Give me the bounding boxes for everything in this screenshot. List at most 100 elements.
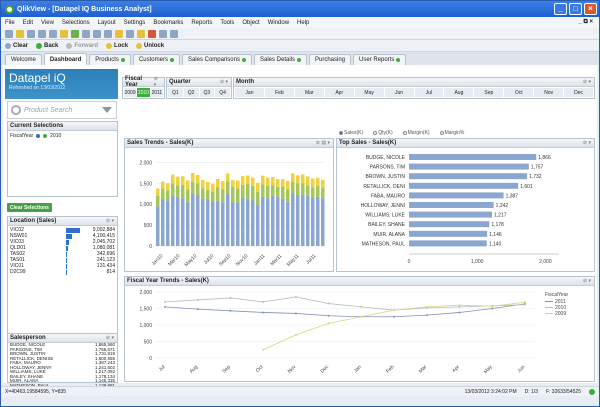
month-menu-icon[interactable]: ⊘ ▾ bbox=[583, 79, 591, 85]
lock-selection-icon[interactable] bbox=[36, 134, 41, 138]
report-icon[interactable] bbox=[148, 29, 156, 38]
menu-object[interactable]: Object bbox=[242, 20, 259, 26]
measure-radio[interactable]: Sales(K) bbox=[339, 130, 363, 136]
top-sales-bar[interactable] bbox=[409, 211, 492, 218]
save-icon[interactable] bbox=[27, 29, 35, 38]
fiscal-year-cell[interactable]: 2009 bbox=[124, 88, 137, 97]
menu-reports[interactable]: Reports bbox=[191, 20, 212, 26]
menu-edit[interactable]: Edit bbox=[23, 20, 33, 26]
fiscal-year-menu-icon[interactable]: ⊘ ▾ bbox=[154, 76, 161, 88]
top-sales-bar[interactable] bbox=[409, 192, 504, 199]
fy-trends-menu-icon[interactable]: ⊘ ▾ bbox=[583, 278, 591, 284]
tab-products[interactable]: Products bbox=[89, 54, 131, 65]
x-tick-label: Dec bbox=[320, 364, 331, 375]
print-pdf-icon[interactable] bbox=[49, 29, 57, 38]
help-icon[interactable] bbox=[170, 29, 178, 38]
menu-tools[interactable]: Tools bbox=[220, 20, 234, 26]
bookmark-icon[interactable] bbox=[137, 29, 145, 38]
minimize-button[interactable]: _ bbox=[554, 3, 567, 15]
top-sales-bar[interactable] bbox=[409, 173, 528, 180]
edit-script-icon[interactable] bbox=[60, 29, 68, 38]
stacked-bar-segment bbox=[171, 183, 175, 196]
tab-customers[interactable]: Customers bbox=[132, 54, 180, 65]
chart-icon[interactable] bbox=[115, 29, 123, 38]
menu-selections[interactable]: Selections bbox=[62, 20, 90, 26]
tab-label: Purchasing bbox=[315, 57, 346, 63]
forward-button[interactable]: Forward bbox=[66, 42, 98, 49]
month-cell[interactable]: Dec bbox=[564, 88, 594, 97]
new-icon[interactable] bbox=[5, 29, 13, 38]
fiscal-year-cell[interactable]: 2010 bbox=[137, 88, 150, 97]
document-window-controls[interactable]: _ ⧉ × bbox=[579, 19, 593, 26]
fiscal-year-cell[interactable]: 2011 bbox=[150, 88, 163, 97]
month-cell[interactable]: Mar bbox=[294, 88, 324, 97]
clear-icon bbox=[5, 42, 11, 49]
undo-icon[interactable] bbox=[82, 29, 90, 38]
unlock-button[interactable]: Unlock bbox=[136, 42, 164, 49]
quarter-menu-icon[interactable]: ⊘ ▾ bbox=[220, 79, 228, 85]
table-icon[interactable] bbox=[126, 29, 134, 38]
top-sales-bar[interactable] bbox=[409, 182, 519, 189]
product-search-box[interactable]: Product Search bbox=[7, 101, 117, 119]
month-cell[interactable]: Apr bbox=[324, 88, 354, 97]
quarter-cell[interactable]: Q2 bbox=[183, 88, 199, 97]
lock-icon bbox=[106, 42, 113, 49]
stacked-bar-segment bbox=[221, 181, 225, 190]
top-sales-bar[interactable] bbox=[409, 230, 488, 237]
properties-icon[interactable] bbox=[159, 29, 167, 38]
clear-button[interactable]: Clear bbox=[5, 42, 28, 49]
month-cell[interactable]: May bbox=[354, 88, 384, 97]
measure-radio[interactable]: Margin(K) bbox=[402, 130, 430, 136]
menu-layout[interactable]: Layout bbox=[98, 20, 116, 26]
tab-sales-details[interactable]: Sales Details bbox=[253, 54, 307, 65]
tab-welcome[interactable]: Welcome bbox=[5, 54, 42, 65]
quarter-cell[interactable]: Q4 bbox=[215, 88, 230, 97]
month-cell[interactable]: Aug bbox=[444, 88, 474, 97]
reload-icon[interactable] bbox=[71, 29, 79, 38]
clear-selections-button[interactable]: Clear Selections bbox=[7, 203, 52, 212]
top-sales-bar[interactable] bbox=[409, 154, 537, 160]
lock-button[interactable]: Lock bbox=[106, 42, 128, 49]
stacked-bar-segment bbox=[231, 180, 235, 187]
menu-window[interactable]: Window bbox=[268, 20, 289, 26]
tab-sales-comparisons[interactable]: Sales Comparisons bbox=[181, 54, 252, 65]
redo-icon[interactable] bbox=[93, 29, 101, 38]
quarter-cell[interactable]: Q3 bbox=[199, 88, 215, 97]
menu-settings[interactable]: Settings bbox=[124, 20, 146, 26]
menu-view[interactable]: View bbox=[41, 20, 54, 26]
chevron-down-icon[interactable] bbox=[102, 107, 112, 113]
open-icon[interactable] bbox=[16, 29, 24, 38]
quarter-cell[interactable]: Q1 bbox=[168, 88, 183, 97]
data-point bbox=[524, 301, 526, 304]
month-cell[interactable]: Sep bbox=[474, 88, 504, 97]
measure-radio[interactable]: Margin% bbox=[439, 130, 464, 136]
menu-bookmarks[interactable]: Bookmarks bbox=[153, 20, 183, 26]
search-icon[interactable] bbox=[104, 29, 112, 38]
x-tick-label: Mar11 bbox=[269, 253, 283, 267]
tab-dashboard[interactable]: Dashboard bbox=[43, 53, 88, 65]
top-sales-bar[interactable] bbox=[409, 163, 529, 170]
top-sales-bar[interactable] bbox=[409, 202, 494, 208]
top-sales-bar[interactable] bbox=[409, 221, 490, 228]
tab-user-reports[interactable]: User Reports bbox=[353, 54, 407, 65]
close-button[interactable]: × bbox=[584, 3, 597, 15]
location-row[interactable]: D2C99 814 bbox=[8, 269, 117, 275]
chart-controls-icon[interactable]: ⊘ ▤ ▾ bbox=[316, 140, 330, 146]
listbox-menu-icon[interactable]: ⊘ ▾ bbox=[106, 218, 114, 224]
month-cell[interactable]: Jun bbox=[384, 88, 414, 97]
month-cell[interactable]: Oct bbox=[504, 88, 534, 97]
month-cell[interactable]: Nov bbox=[534, 88, 564, 97]
maximize-button[interactable]: □ bbox=[569, 3, 582, 15]
tab-purchasing[interactable]: Purchasing bbox=[309, 54, 352, 65]
menu-file[interactable]: File bbox=[5, 20, 15, 26]
month-cell[interactable]: Feb bbox=[264, 88, 294, 97]
top-sales-bar[interactable] bbox=[409, 240, 487, 247]
back-button[interactable]: Back bbox=[36, 42, 58, 49]
menu-help[interactable]: Help bbox=[297, 20, 309, 26]
month-cell[interactable]: Jan bbox=[235, 88, 264, 97]
measure-radio[interactable]: Qty(K) bbox=[373, 130, 393, 136]
top-sales-menu-icon[interactable]: ⊘ ▾ bbox=[583, 140, 591, 146]
month-cell[interactable]: Jul bbox=[414, 88, 444, 97]
print-icon[interactable] bbox=[38, 29, 46, 38]
salesperson-menu-icon[interactable]: ⊘ ▾ bbox=[106, 335, 114, 341]
